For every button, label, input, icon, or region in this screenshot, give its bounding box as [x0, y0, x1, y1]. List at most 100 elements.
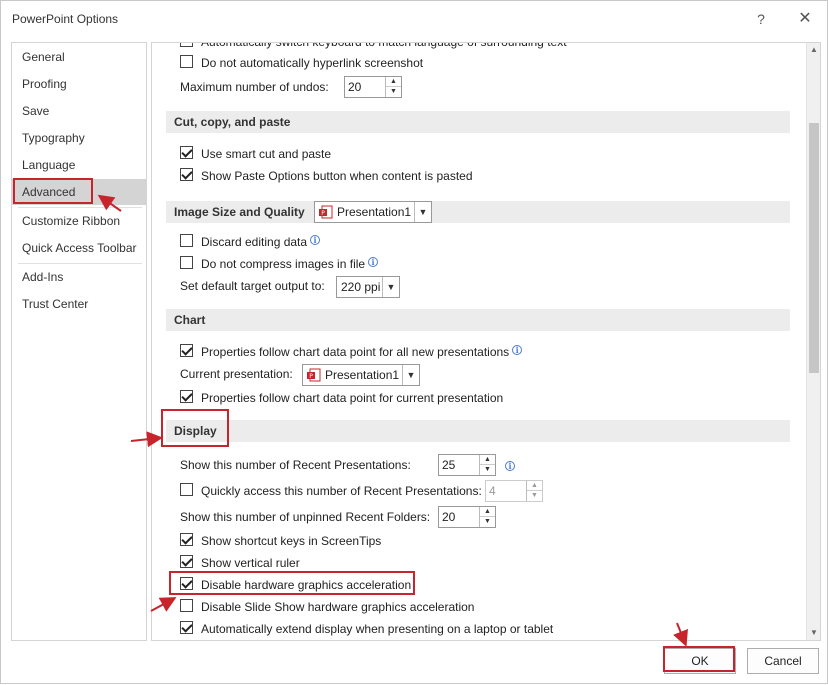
close-button[interactable]: ✕: [795, 9, 815, 29]
info-icon[interactable]: i: [310, 235, 321, 245]
recent-presentations-spinner[interactable]: 25 ▲ ▼: [438, 454, 496, 476]
checkbox-checked[interactable]: [180, 390, 193, 403]
sidebar-item-add-ins[interactable]: Add-Ins: [12, 264, 146, 290]
help-button[interactable]: ?: [751, 9, 771, 29]
option-label: Do not automatically hyperlink screensho…: [201, 55, 424, 70]
option-shortcut-keys[interactable]: Show shortcut keys in ScreenTips: [180, 530, 381, 550]
sidebar-item-advanced[interactable]: Advanced: [12, 179, 146, 205]
option-paste-options-button[interactable]: Show Paste Options button when content i…: [180, 165, 473, 185]
option-label: Discard editing data: [201, 234, 308, 249]
section-title: Image Size and Quality: [174, 205, 305, 219]
checkbox-checked[interactable]: [180, 621, 193, 634]
option-vertical-ruler[interactable]: Show vertical ruler: [180, 552, 300, 572]
checkbox[interactable]: [180, 55, 193, 68]
sidebar-item-customize-ribbon[interactable]: Customize Ribbon: [12, 208, 146, 234]
scroll-down-icon[interactable]: ▼: [807, 626, 820, 640]
option-no-hyperlink-screenshot[interactable]: Do not automatically hyperlink screensho…: [180, 52, 423, 72]
checkbox-checked[interactable]: [180, 168, 193, 181]
option-label: Disable hardware graphics acceleration: [201, 577, 412, 592]
checkbox[interactable]: [180, 234, 193, 247]
sidebar-item-proofing[interactable]: Proofing: [12, 71, 146, 97]
spinner-down-icon[interactable]: ▼: [480, 465, 495, 475]
spinner-up-icon: ▲: [527, 481, 542, 491]
spinner-up-icon[interactable]: ▲: [480, 507, 495, 517]
spinner-up-icon[interactable]: ▲: [480, 455, 495, 465]
cancel-button[interactable]: Cancel: [747, 648, 819, 674]
option-label: Use smart cut and paste: [201, 146, 332, 161]
option-follow-all-new[interactable]: Properties follow chart data point for a…: [180, 341, 523, 361]
info-icon[interactable]: i: [368, 257, 379, 267]
section-header-chart: Chart: [166, 309, 790, 331]
option-label: Automatically switch keyboard to match l…: [201, 43, 567, 52]
dropdown-value: Presentation1: [337, 205, 412, 219]
option-label: Properties follow chart data point for c…: [201, 390, 504, 405]
info-icon[interactable]: i: [512, 345, 523, 355]
checkbox-checked[interactable]: [180, 555, 193, 568]
window-title: PowerPoint Options: [12, 12, 119, 26]
option-disable-hardware-acceleration[interactable]: Disable hardware graphics acceleration: [180, 574, 411, 594]
checkbox[interactable]: [180, 43, 193, 47]
option-label: Show shortcut keys in ScreenTips: [201, 533, 382, 548]
spinner-down-icon[interactable]: ▼: [386, 87, 401, 97]
info-icon[interactable]: i: [505, 461, 515, 471]
option-label: Do not compress images in file: [201, 256, 366, 271]
section-header-image-size-quality: Image Size and Quality: [166, 201, 790, 223]
checkbox-checked[interactable]: [180, 146, 193, 159]
spinner-down-icon: ▼: [531, 492, 538, 499]
sidebar-item-language[interactable]: Language: [12, 152, 146, 178]
spinner-arrows[interactable]: ▲ ▼: [479, 455, 495, 475]
option-label: Automatically extend display when presen…: [201, 621, 554, 636]
sidebar-item-general[interactable]: General: [12, 44, 146, 70]
title-bar: PowerPoint Options ? ✕: [1, 1, 827, 37]
option-do-not-compress[interactable]: Do not compress images in file i: [180, 253, 379, 273]
option-quick-access-recent[interactable]: Quickly access this number of Recent Pre…: [180, 480, 482, 500]
quick-access-spinner: 4 ▲ ▼: [485, 480, 543, 502]
spinner-arrows[interactable]: ▲ ▼: [479, 507, 495, 527]
sidebar-item-save[interactable]: Save: [12, 98, 146, 124]
sidebar-item-trust-center[interactable]: Trust Center: [12, 291, 146, 317]
max-undos-spinner[interactable]: 20 ▲ ▼: [344, 76, 402, 98]
option-label: Show vertical ruler: [201, 555, 300, 570]
option-discard-editing-data[interactable]: Discard editing data i: [180, 231, 321, 251]
chevron-down-icon[interactable]: ▼: [414, 202, 431, 222]
chevron-down-icon[interactable]: ▼: [402, 365, 419, 385]
powerpoint-file-icon: P: [307, 368, 321, 382]
section-header-cut-copy-paste: Cut, copy, and paste: [166, 111, 790, 133]
option-label: Show Paste Options button when content i…: [201, 168, 473, 183]
checkbox-checked[interactable]: [180, 344, 193, 357]
option-auto-extend-display[interactable]: Automatically extend display when presen…: [180, 618, 553, 638]
checkbox[interactable]: [180, 599, 193, 612]
target-output-dropdown[interactable]: 220 ppi ▼: [336, 276, 400, 298]
checkbox-checked[interactable]: [180, 533, 193, 546]
chart-presentation-dropdown[interactable]: P Presentation1 ▼: [302, 364, 420, 386]
powerpoint-options-dialog: PowerPoint Options ? ✕ General Proofing …: [0, 0, 828, 684]
options-sidebar: General Proofing Save Typography Languag…: [11, 42, 147, 641]
option-label: Quickly access this number of Recent Pre…: [201, 483, 482, 498]
checkbox-checked[interactable]: [180, 577, 193, 590]
scroll-up-icon[interactable]: ▲: [807, 43, 820, 57]
chevron-down-icon[interactable]: ▼: [382, 277, 399, 297]
spinner-up-icon[interactable]: ▲: [386, 77, 401, 87]
spinner-down-icon[interactable]: ▼: [480, 517, 495, 527]
vertical-scrollbar[interactable]: ▲ ▼: [806, 43, 820, 640]
option-follow-current[interactable]: Properties follow chart data point for c…: [180, 387, 503, 407]
sidebar-item-typography[interactable]: Typography: [12, 125, 146, 151]
max-undos-label: Maximum number of undos:: [180, 80, 329, 94]
ok-button[interactable]: OK: [664, 648, 736, 674]
option-row[interactable]: Automatically switch keyboard to match l…: [180, 43, 567, 52]
checkbox[interactable]: [180, 256, 193, 269]
section-header-display: Display: [166, 420, 790, 442]
dropdown-value: 220 ppi: [341, 280, 381, 294]
spinner-arrows[interactable]: ▲ ▼: [385, 77, 401, 97]
checkbox[interactable]: [180, 483, 193, 496]
spinner-value: 4: [489, 484, 496, 498]
spinner-arrows: ▲ ▼: [526, 481, 542, 501]
sidebar-item-quick-access-toolbar[interactable]: Quick Access Toolbar: [12, 235, 146, 261]
scroll-thumb[interactable]: [809, 123, 819, 373]
image-presentation-dropdown[interactable]: P Presentation1 ▼: [314, 201, 432, 223]
unpinned-folders-spinner[interactable]: 20 ▲ ▼: [438, 506, 496, 528]
option-label: Disable Slide Show hardware graphics acc…: [201, 599, 475, 614]
option-smart-cut-paste[interactable]: Use smart cut and paste: [180, 143, 331, 163]
option-disable-slideshow-hardware[interactable]: Disable Slide Show hardware graphics acc…: [180, 596, 474, 616]
option-label: Properties follow chart data point for a…: [201, 344, 510, 359]
